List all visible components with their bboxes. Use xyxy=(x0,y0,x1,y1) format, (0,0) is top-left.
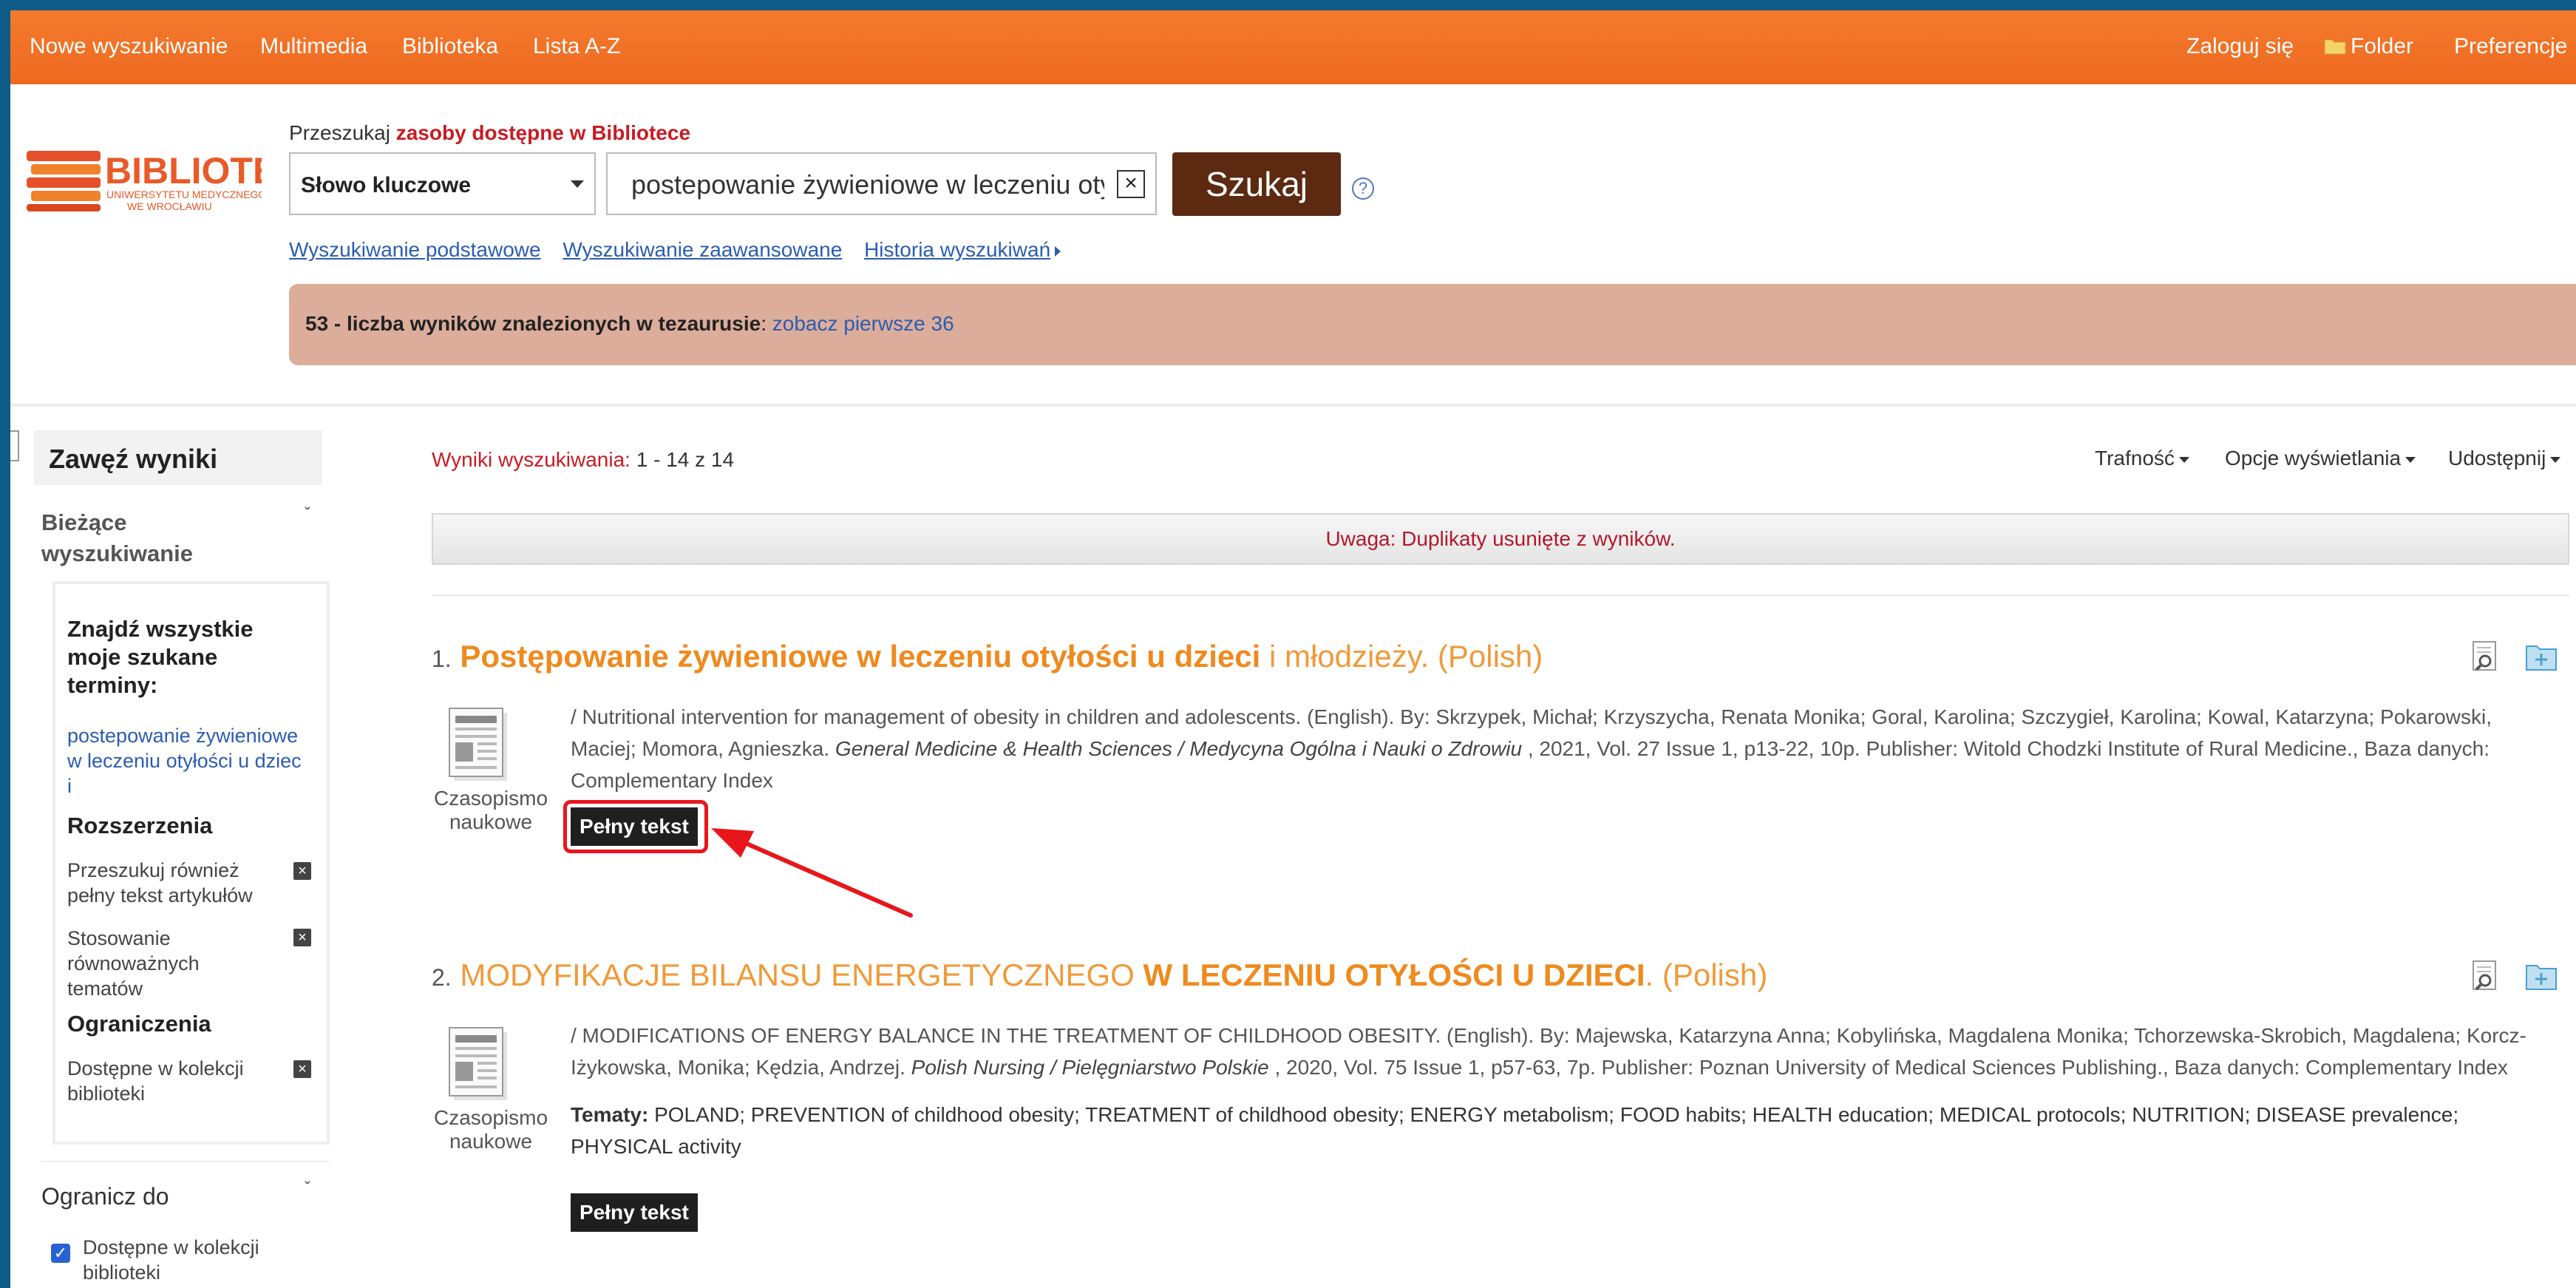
browser-page: Nowe wyszukiwanie Multimedia Biblioteka … xyxy=(10,10,2576,1288)
folder-label: Folder xyxy=(2351,34,2414,58)
add-to-folder-icon[interactable] xyxy=(2525,960,2558,992)
expanders-heading: Rozszerzenia xyxy=(67,813,213,838)
nav-multimedia[interactable]: Multimedia xyxy=(260,34,367,59)
clear-icon[interactable]: × xyxy=(1117,170,1145,198)
result-number: 1. xyxy=(432,645,452,672)
publication-type: Czasopismo naukowe xyxy=(433,1106,548,1153)
library-collection-checkbox[interactable]: ✓ xyxy=(51,1244,70,1263)
current-search-title-line1: Bieżące xyxy=(41,509,127,535)
share-dropdown[interactable]: Udostępnij xyxy=(2448,447,2561,470)
folder-icon xyxy=(2324,39,2346,55)
journal-title: General Medicine & Health Sciences / Med… xyxy=(835,737,1523,760)
current-search-panel: Znajdź wszystkie moje szukane terminy: p… xyxy=(52,581,330,1145)
limiters-heading: Ograniczenia xyxy=(67,1011,211,1037)
result-1-title[interactable]: 1. Postępowanie żywieniowe w leczeniu ot… xyxy=(432,639,1543,674)
preview-icon[interactable] xyxy=(2470,960,2503,992)
publication-type: Czasopismo naukowe xyxy=(433,787,548,833)
nav-a-z-list[interactable]: Lista A-Z xyxy=(533,34,620,59)
search-field-select[interactable]: Słowo kluczowe xyxy=(289,152,596,215)
thesaurus-notice: 53 - liczba wyników znalezionych w tezau… xyxy=(289,284,2576,365)
result-title-rest: . (Polish) xyxy=(1645,957,1768,992)
search-input[interactable] xyxy=(630,164,1106,206)
limit-to-title[interactable]: Ogranicz do xyxy=(41,1183,169,1210)
advanced-search-link[interactable]: Wyszukiwanie zaawansowane xyxy=(563,238,842,261)
refine-results-title: Zawęź wyniki xyxy=(49,444,218,474)
search-mode-links: Wyszukiwanie podstawowe Wyszukiwanie zaa… xyxy=(289,238,1093,262)
remove-expander-equivalent-icon[interactable]: × xyxy=(293,929,311,946)
results-count-label: Wyniki wyszukiwania: xyxy=(432,448,631,471)
nav-library[interactable]: Biblioteka xyxy=(402,34,498,59)
logo-wordmark: BIBLIOTEKA xyxy=(105,150,262,191)
journal-title: Polish Nursing / Pielęgniarstwo Polskie xyxy=(911,1056,1269,1079)
results-divider xyxy=(432,594,2569,596)
result-title-start: MODYFIKACJE BILANSU ENERGETYCZNEGO xyxy=(460,957,1135,992)
current-search-title[interactable]: Bieżące wyszukiwanie xyxy=(41,507,193,569)
chevron-down-icon xyxy=(2178,456,2189,463)
find-all-terms-heading: Znajdź wszystkie moje szukane terminy: xyxy=(67,616,254,698)
thesaurus-link[interactable]: zobacz pierwsze 36 xyxy=(772,312,954,335)
library-logo-icon: BIBLIOTEKA UNIWERSYTETU MEDYCZNEGO WE WR… xyxy=(27,150,331,212)
search-terms-link[interactable]: postepowanie żywieniowe w leczeniu otyło… xyxy=(67,723,302,799)
sidebar-collapse-handle[interactable] xyxy=(10,430,19,461)
limiter-library-collection: Dostępne w kolekcji biblioteki xyxy=(67,1057,244,1105)
result-1-description: / Nutritional intervention for managemen… xyxy=(571,705,2492,792)
search-caption-emphasis: zasoby dostępne w Bibliotece xyxy=(395,121,691,144)
result-number: 2. xyxy=(432,964,452,991)
results-count: Wyniki wyszukiwania: 1 - 14 z 14 xyxy=(432,448,734,472)
chevron-down-icon xyxy=(2550,456,2561,463)
add-to-folder-icon[interactable] xyxy=(2525,640,2558,673)
nav-new-search[interactable]: Nowe wyszukiwanie xyxy=(30,34,228,59)
chevron-down-icon xyxy=(2405,456,2416,463)
preferences-link[interactable]: Preferencje xyxy=(2454,34,2567,59)
chevron-down-icon[interactable]: ˇ xyxy=(305,1179,310,1199)
search-caption-prefix: Przeszukaj xyxy=(289,121,390,144)
search-history-label: Historia wyszukiwań xyxy=(864,238,1051,261)
sort-relevance-dropdown[interactable]: Trafność xyxy=(2095,447,2189,470)
search-query-box: × xyxy=(606,152,1157,215)
display-options-dropdown[interactable]: Opcje wyświetlania xyxy=(2225,447,2416,470)
annotation-highlight-box xyxy=(563,800,708,853)
annotation-arrow-icon xyxy=(711,828,913,918)
search-button[interactable]: Szukaj xyxy=(1172,152,1341,216)
result-2-fulltext-button[interactable]: Pełny tekst xyxy=(571,1193,698,1232)
library-logo[interactable]: BIBLIOTEKA UNIWERSYTETU MEDYCZNEGO WE WR… xyxy=(25,143,331,217)
result-2-subjects: Tematy: POLAND; PREVENTION of childhood … xyxy=(571,1103,2459,1158)
expander-equivalent-subjects: Stosowanie równoważnych tematów xyxy=(67,927,200,1000)
logo-subtitle-2: WE WROCŁAWIU xyxy=(127,200,212,212)
top-nav-bar: Nowe wyszukiwanie Multimedia Biblioteka … xyxy=(10,10,2576,84)
expander-fulltext: Przeszukuj również pełny tekst artykułów xyxy=(67,859,253,906)
result-title-rest: i młodzieży. (Polish) xyxy=(1268,639,1543,674)
refine-results-header: Zawęź wyniki xyxy=(34,430,322,485)
help-icon[interactable]: ? xyxy=(1352,177,1374,200)
result-title-highlight: Postępowanie żywieniowe w leczeniu otyło… xyxy=(460,639,1261,674)
caret-right-icon xyxy=(1055,245,1061,257)
academic-journal-icon xyxy=(449,708,507,781)
results-count-value: 1 - 14 z 14 xyxy=(636,448,735,471)
header-divider xyxy=(10,404,2576,407)
duplicates-removed-notice: Uwaga: Duplikaty usunięte z wyników. xyxy=(432,513,2569,565)
thesaurus-count: 53 - liczba wyników znalezionych w tezau… xyxy=(305,312,761,335)
preview-icon[interactable] xyxy=(2470,640,2503,673)
chevron-down-icon[interactable]: ˇ xyxy=(305,504,310,525)
remove-expander-fulltext-icon[interactable]: × xyxy=(293,862,311,880)
remove-limiter-icon[interactable]: × xyxy=(293,1060,311,1078)
search-caption: Przeszukaj zasoby dostępne w Bibliotece xyxy=(289,121,690,145)
sidebar-divider xyxy=(41,1161,330,1162)
folder-link[interactable]: Folder xyxy=(2324,34,2413,59)
library-collection-checkbox-label: Dostępne w kolekcji biblioteki xyxy=(83,1236,259,1284)
academic-journal-icon xyxy=(449,1027,507,1100)
result-2-title[interactable]: 2. MODYFIKACJE BILANSU ENERGETYCZNEGO W … xyxy=(432,957,1767,993)
result-title-highlight: W LECZENIU OTYŁOŚCI U DZIECI xyxy=(1143,957,1645,992)
current-search-title-line2: wyszukiwanie xyxy=(41,540,194,566)
result-2-description: / MODIFICATIONS OF ENERGY BALANCE IN THE… xyxy=(571,1024,2526,1079)
search-history-link[interactable]: Historia wyszukiwań xyxy=(864,238,1077,261)
search-field-value: Słowo kluczowe xyxy=(301,173,472,197)
login-link[interactable]: Zaloguj się xyxy=(2186,34,2294,59)
basic-search-link[interactable]: Wyszukiwanie podstawowe xyxy=(289,238,541,261)
logo-subtitle-1: UNIWERSYTETU MEDYCZNEGO xyxy=(106,189,262,200)
chevron-down-icon xyxy=(571,180,584,188)
